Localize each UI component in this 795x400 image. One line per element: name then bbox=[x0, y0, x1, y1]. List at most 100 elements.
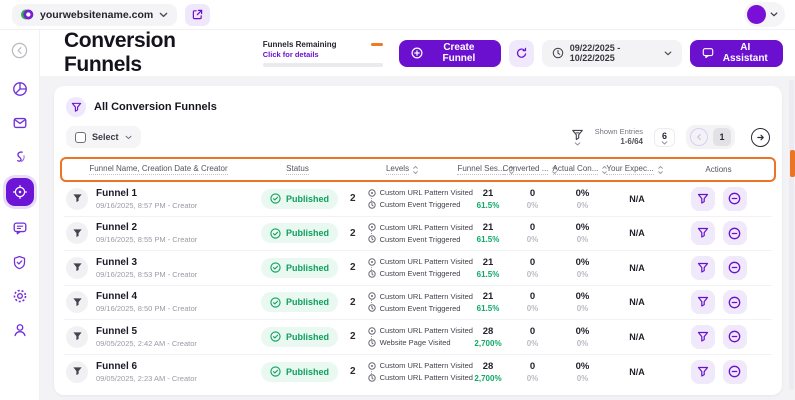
filter-button[interactable] bbox=[571, 129, 584, 146]
voice-waveform-icon bbox=[12, 149, 28, 165]
table-row[interactable]: Funnel 609/05/2025, 2:23 AM - Creator Pu… bbox=[64, 355, 772, 390]
funnel-meta: 09/05/2025, 2:42 AM - Creator bbox=[96, 339, 197, 348]
sidebar-item-settings[interactable] bbox=[7, 283, 33, 309]
status-badge: Published bbox=[261, 362, 338, 382]
table-row[interactable]: Funnel 209/16/2025, 8:55 PM - Creator Pu… bbox=[64, 217, 772, 252]
actual-conv-value: 0% bbox=[556, 188, 609, 199]
disable-funnel-button[interactable] bbox=[723, 290, 747, 314]
header-expected-conversion[interactable]: Your Expec... bbox=[607, 164, 663, 175]
sidebar-item-voice[interactable] bbox=[7, 144, 33, 170]
header-actual-conversion[interactable]: Actual Con... bbox=[554, 164, 607, 175]
disable-funnel-button[interactable] bbox=[723, 325, 747, 349]
ai-assistant-button[interactable]: AI Assistant bbox=[690, 40, 783, 67]
funnel-meta: 09/16/2025, 8:57 PM - Creator bbox=[96, 201, 197, 210]
header-funnel-sessions[interactable]: Funnel Ses... bbox=[465, 164, 507, 175]
funnels-remaining-label: Funnels Remaining bbox=[263, 40, 337, 49]
vertical-scrollbar[interactable] bbox=[789, 80, 794, 390]
disable-funnel-button[interactable] bbox=[723, 221, 747, 245]
converted-pct: 0% bbox=[509, 201, 556, 210]
actual-conv-pct: 0% bbox=[556, 270, 609, 279]
prev-page-button[interactable] bbox=[690, 128, 708, 146]
sessions-value: 21 bbox=[467, 291, 509, 302]
chevron-down-icon bbox=[125, 135, 132, 140]
user-icon bbox=[12, 322, 28, 338]
external-link-icon bbox=[192, 9, 203, 20]
chevron-down-icon bbox=[661, 141, 668, 145]
funnel-row-icon bbox=[66, 188, 88, 210]
funnels-table-body: Funnel 1 09/16/2025, 8:57 PM - Creator Pu… bbox=[64, 182, 772, 389]
funnel-name[interactable]: Funnel 1 bbox=[96, 188, 197, 199]
sidebar-item-chat[interactable] bbox=[7, 215, 33, 241]
sidebar-item-inbox[interactable] bbox=[7, 110, 33, 136]
header-status: Status bbox=[255, 164, 340, 175]
header-actions: Actions bbox=[663, 165, 774, 175]
table-row[interactable]: Funnel 409/16/2025, 8:50 PM - Creator Pu… bbox=[64, 286, 772, 321]
levels-count: 2 bbox=[350, 262, 356, 273]
level-step-icon bbox=[368, 235, 376, 243]
table-row[interactable]: Funnel 309/16/2025, 8:53 PM - Creator Pu… bbox=[64, 251, 772, 286]
header-converted[interactable]: Converted ... bbox=[507, 164, 554, 175]
table-row[interactable]: Funnel 5 09/05/2025, 2:42 AM - Creator Pu… bbox=[64, 320, 772, 355]
levels-count: 2 bbox=[350, 331, 356, 342]
sidebar-collapse-button[interactable] bbox=[7, 37, 33, 63]
check-circle-icon bbox=[270, 366, 281, 377]
table-row[interactable]: Funnel 109/16/2025, 8:57 PM - Creator Pu… bbox=[64, 182, 772, 217]
view-funnel-button[interactable] bbox=[691, 360, 715, 384]
funnels-remaining-link[interactable]: Click for details bbox=[263, 50, 383, 59]
card-title: All Conversion Funnels bbox=[94, 101, 217, 113]
check-circle-icon bbox=[270, 193, 281, 204]
select-all-checkbox[interactable] bbox=[75, 132, 86, 143]
chevron-down-icon bbox=[574, 142, 581, 146]
create-funnel-button[interactable]: Create Funnel bbox=[399, 40, 501, 67]
refresh-icon bbox=[515, 47, 528, 60]
sessions-value: 21 bbox=[467, 188, 509, 199]
funnels-remaining-indicator bbox=[371, 43, 383, 46]
pie-chart-icon bbox=[12, 81, 28, 97]
funnel-name[interactable]: Funnel 4 bbox=[96, 291, 197, 302]
select-all-control[interactable]: Select bbox=[66, 126, 141, 148]
level-step-icon bbox=[368, 327, 376, 335]
funnel-name[interactable]: Funnel 5 bbox=[96, 326, 197, 337]
chevron-down-icon bbox=[159, 12, 168, 18]
view-funnel-button[interactable] bbox=[691, 256, 715, 280]
funnel-row-icon bbox=[66, 257, 88, 279]
date-range-picker[interactable]: 09/22/2025 - 10/22/2025 bbox=[542, 40, 682, 67]
filter-funnel-icon bbox=[571, 129, 584, 141]
funnel-row-icon bbox=[66, 326, 88, 348]
view-funnel-button[interactable] bbox=[691, 290, 715, 314]
funnel-name[interactable]: Funnel 6 bbox=[96, 361, 197, 372]
sidebar bbox=[0, 30, 40, 400]
view-funnel-button[interactable] bbox=[691, 221, 715, 245]
view-funnel-button[interactable] bbox=[691, 187, 715, 211]
sidebar-item-account[interactable] bbox=[7, 317, 33, 343]
view-funnel-button[interactable] bbox=[691, 325, 715, 349]
page-size-select[interactable]: 6 bbox=[654, 128, 675, 147]
funnel-name[interactable]: Funnel 2 bbox=[96, 222, 197, 233]
level-step-icon bbox=[368, 339, 376, 347]
sessions-pct: 61.5% bbox=[467, 270, 509, 279]
refresh-button[interactable] bbox=[509, 40, 534, 67]
actual-conv-pct: 0% bbox=[556, 339, 609, 348]
arrow-right-icon bbox=[756, 133, 765, 142]
levels-list: Custom URL Pattern Visited Custom Event … bbox=[368, 188, 473, 209]
minus-circle-icon bbox=[728, 227, 741, 240]
sidebar-item-funnels[interactable] bbox=[6, 178, 34, 206]
minus-circle-icon bbox=[728, 296, 741, 309]
page-title: Conversion Funnels bbox=[64, 29, 247, 77]
user-menu[interactable] bbox=[744, 2, 785, 27]
next-page-button[interactable] bbox=[751, 128, 770, 147]
sidebar-item-dashboard[interactable] bbox=[7, 76, 33, 102]
disable-funnel-button[interactable] bbox=[723, 256, 747, 280]
sort-icon[interactable] bbox=[412, 165, 419, 175]
levels-count: 2 bbox=[350, 366, 356, 377]
open-site-button[interactable] bbox=[185, 4, 210, 26]
sidebar-item-security[interactable] bbox=[7, 249, 33, 275]
converted-pct: 0% bbox=[509, 374, 556, 383]
disable-funnel-button[interactable] bbox=[723, 187, 747, 211]
funnel-name[interactable]: Funnel 3 bbox=[96, 257, 197, 268]
disable-funnel-button[interactable] bbox=[723, 360, 747, 384]
level-step-icon bbox=[368, 304, 376, 312]
site-selector[interactable]: yourwebsitename.com bbox=[12, 4, 177, 26]
header-levels[interactable]: Levels bbox=[340, 164, 465, 175]
status-badge: Published bbox=[261, 327, 338, 347]
